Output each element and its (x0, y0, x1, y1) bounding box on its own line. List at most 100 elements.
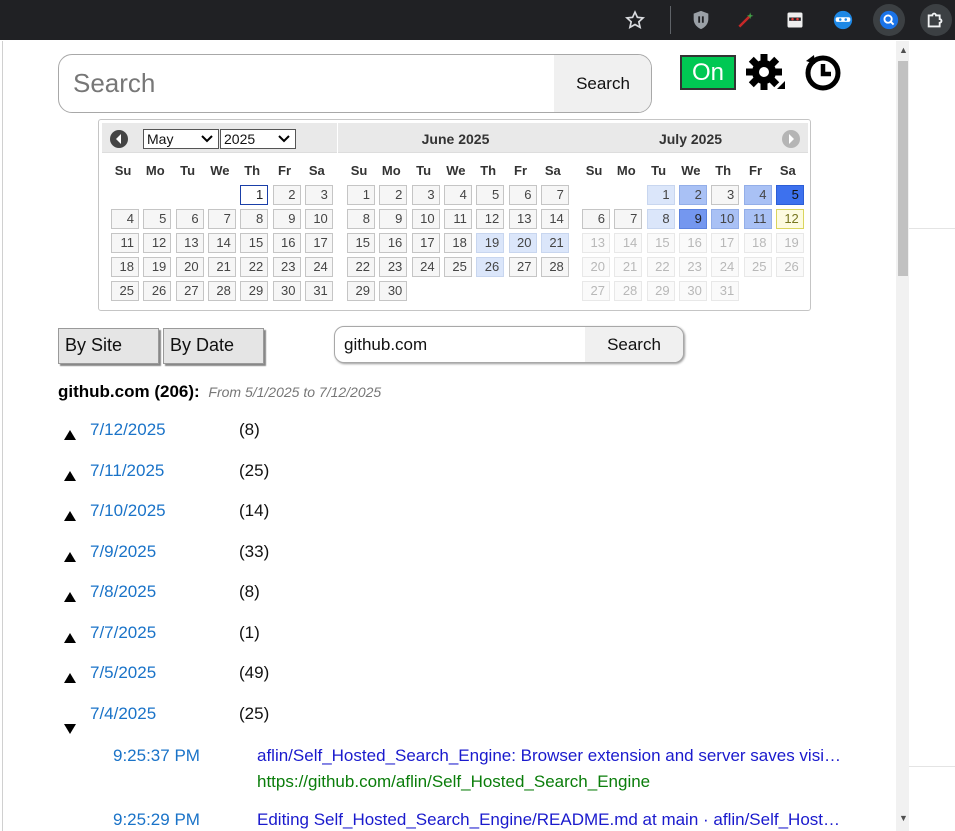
calendar-day[interactable]: 31 (304, 281, 333, 301)
calendar-day[interactable]: 22 (347, 257, 375, 277)
calendar-day[interactable]: 13 (175, 233, 204, 253)
calendar-day[interactable]: 26 (143, 281, 172, 301)
calendar-day[interactable]: 16 (272, 233, 301, 253)
calendar-day[interactable]: 29 (240, 281, 269, 301)
month-select[interactable]: May (143, 129, 219, 149)
entry-title-link[interactable]: aflin/Self_Hosted_Search_Engine: Browser… (257, 746, 842, 766)
calendar-day[interactable]: 6 (175, 209, 204, 229)
settings-icon[interactable] (745, 53, 787, 93)
entry-title-link[interactable]: Editing Self_Hosted_Search_Engine/README… (257, 810, 842, 830)
calendar-day[interactable]: 5 (775, 185, 804, 205)
site-search-button[interactable]: Search (585, 327, 683, 362)
calendar-day[interactable]: 5 (143, 209, 172, 229)
privacy-badger-icon[interactable] (685, 4, 717, 36)
calendar-day[interactable]: 21 (540, 233, 569, 253)
calendar-day[interactable]: 19 (476, 233, 505, 253)
calendar-day[interactable]: 6 (508, 185, 537, 205)
calendar-day[interactable]: 9 (678, 209, 707, 229)
calendar-day[interactable]: 15 (240, 233, 269, 253)
calendar-day[interactable]: 6 (582, 209, 610, 229)
calendar-day[interactable]: 1 (347, 185, 375, 205)
expand-triangle-icon[interactable] (63, 469, 77, 483)
calendar-day[interactable]: 15 (347, 233, 375, 253)
calendar-day[interactable]: 24 (304, 257, 333, 277)
calendar-day[interactable]: 30 (379, 281, 408, 301)
prev-month-button[interactable] (110, 130, 128, 148)
calendar-day[interactable]: 28 (540, 257, 569, 277)
self-hosted-search-icon[interactable] (873, 4, 905, 36)
calendar-day[interactable]: 17 (304, 233, 333, 253)
date-link[interactable]: 7/9/2025 (90, 542, 156, 562)
calendar-day[interactable]: 9 (272, 209, 301, 229)
calendar-day[interactable]: 8 (646, 209, 675, 229)
calendar-day[interactable]: 7 (614, 209, 643, 229)
calendar-day[interactable]: 14 (207, 233, 236, 253)
extensions-puzzle-icon[interactable] (920, 4, 952, 36)
expand-triangle-icon[interactable] (63, 509, 77, 523)
calendar-day[interactable]: 10 (711, 209, 740, 229)
calendar-day[interactable]: 3 (304, 185, 333, 205)
calendar-day[interactable]: 13 (508, 209, 537, 229)
calendar-day[interactable]: 23 (379, 257, 408, 277)
date-link[interactable]: 7/4/2025 (90, 704, 156, 724)
calendar-day[interactable]: 11 (111, 233, 139, 253)
calendar-day[interactable]: 2 (678, 185, 707, 205)
calendar-day[interactable]: 17 (411, 233, 440, 253)
calendar-day[interactable]: 20 (508, 233, 537, 253)
calendar-day[interactable]: 25 (443, 257, 472, 277)
date-link[interactable]: 7/7/2025 (90, 623, 156, 643)
expand-triangle-icon[interactable] (63, 671, 77, 685)
calendar-day[interactable]: 2 (379, 185, 408, 205)
calendar-day[interactable]: 8 (240, 209, 269, 229)
calendar-day[interactable]: 4 (111, 209, 139, 229)
calendar-day[interactable]: 23 (272, 257, 301, 277)
by-site-button[interactable]: By Site (58, 328, 159, 364)
calendar-day[interactable]: 20 (175, 257, 204, 277)
calendar-day[interactable]: 18 (443, 233, 472, 253)
calendar-day[interactable]: 28 (207, 281, 236, 301)
popup-scrollbar[interactable]: ▲ ▼ (896, 41, 909, 831)
on-off-toggle[interactable]: On (680, 55, 736, 90)
calendar-day[interactable]: 1 (646, 185, 675, 205)
collapse-triangle-icon[interactable] (63, 722, 77, 736)
calendar-day[interactable]: 22 (240, 257, 269, 277)
by-date-button[interactable]: By Date (163, 328, 264, 364)
calendar-day[interactable]: 11 (443, 209, 472, 229)
calendar-day[interactable]: 7 (540, 185, 569, 205)
date-link[interactable]: 7/5/2025 (90, 663, 156, 683)
calendar-day[interactable]: 25 (111, 281, 139, 301)
search-button[interactable]: Search (554, 55, 651, 112)
calendar-day[interactable]: 3 (711, 185, 740, 205)
calendar-day[interactable]: 8 (347, 209, 375, 229)
calendar-day[interactable]: 12 (476, 209, 505, 229)
expand-triangle-icon[interactable] (63, 550, 77, 564)
site-search-input[interactable] (335, 327, 585, 362)
calendar-day[interactable]: 14 (540, 209, 569, 229)
calendar-day[interactable]: 19 (143, 257, 172, 277)
calendar-day[interactable]: 4 (743, 185, 772, 205)
calendar-day[interactable]: 21 (207, 257, 236, 277)
calendar-day[interactable]: 1 (240, 185, 269, 205)
calendar-day[interactable]: 16 (379, 233, 408, 253)
date-link[interactable]: 7/8/2025 (90, 582, 156, 602)
calendar-day[interactable]: 2 (272, 185, 301, 205)
calendar-day[interactable]: 10 (304, 209, 333, 229)
scroll-up-icon[interactable]: ▲ (899, 45, 908, 55)
search-input[interactable] (59, 55, 554, 112)
calendar-day[interactable]: 10 (411, 209, 440, 229)
calendar-day[interactable]: 9 (379, 209, 408, 229)
calendar-day[interactable]: 12 (143, 233, 172, 253)
entry-time-link[interactable]: 9:25:37 PM (113, 746, 200, 766)
star-icon[interactable] (619, 4, 651, 36)
next-month-button[interactable] (782, 130, 800, 148)
calendar-day[interactable]: 3 (411, 185, 440, 205)
expand-triangle-icon[interactable] (63, 590, 77, 604)
calendar-day[interactable]: 5 (476, 185, 505, 205)
calendar-day[interactable]: 4 (443, 185, 472, 205)
calendar-day[interactable]: 12 (775, 209, 804, 229)
history-clock-icon[interactable] (801, 52, 845, 92)
year-select[interactable]: 2025 (220, 129, 296, 149)
calendar-day[interactable]: 29 (347, 281, 375, 301)
calendar-day[interactable]: 18 (111, 257, 139, 277)
entry-time-link[interactable]: 9:25:29 PM (113, 810, 200, 830)
